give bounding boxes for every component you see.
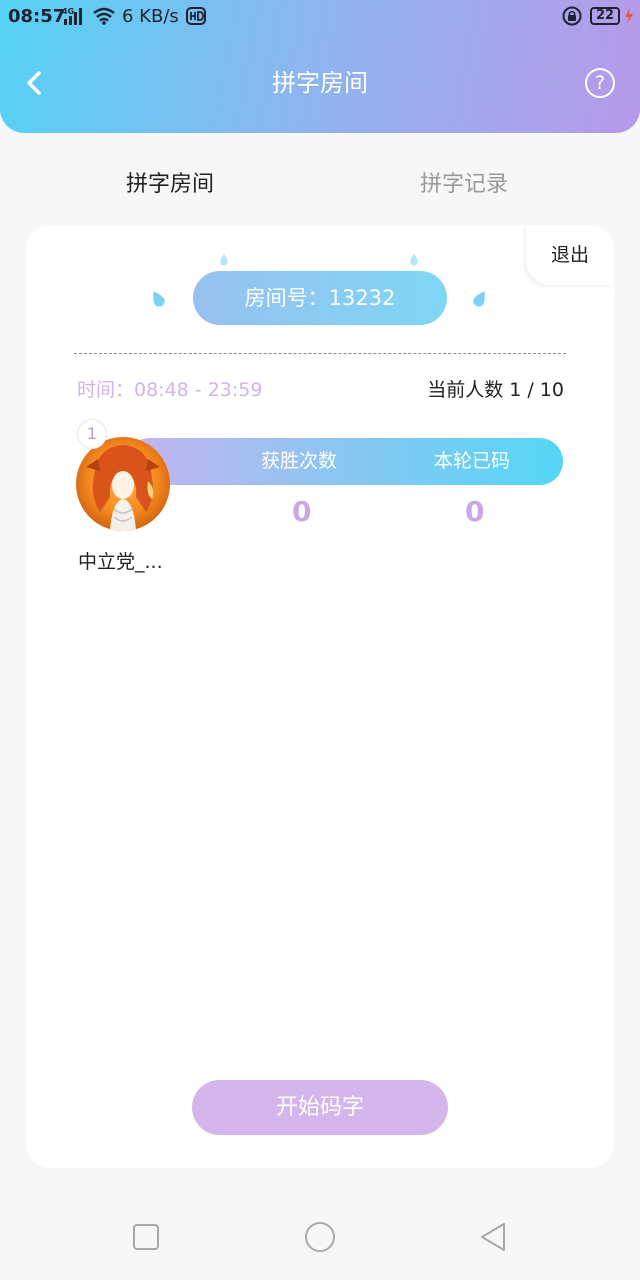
droplet-icon xyxy=(410,253,418,266)
room-card: 退出 房间号：13232 时间：08:48 - 23:59 当前人数 1 / 1… xyxy=(26,225,614,1168)
wins-column-header: 获胜次数 xyxy=(261,450,338,472)
status-time: 08:57 xyxy=(8,6,66,27)
square-recent-icon[interactable] xyxy=(126,1217,166,1257)
exit-button[interactable]: 退出 xyxy=(526,225,614,285)
rank-badge: 1 xyxy=(77,419,107,449)
help-button[interactable]: ? xyxy=(585,68,615,98)
room-time: 时间：08:48 - 23:59 xyxy=(77,379,263,401)
room-number-badge: 房间号：13232 xyxy=(193,271,447,325)
charging-icon xyxy=(625,8,633,24)
avatar[interactable] xyxy=(76,437,170,531)
start-typing-button[interactable]: 开始码字 xyxy=(192,1080,448,1135)
battery-icon: 22 xyxy=(590,7,620,25)
hd-icon xyxy=(186,7,206,25)
droplet-icon xyxy=(473,291,485,307)
player-stats-bar: 获胜次数 本轮已码 xyxy=(126,438,563,485)
header: 08:57 4G 6 KB/s 22 拼字房间 ? xyxy=(0,0,640,133)
circle-home-icon[interactable] xyxy=(300,1217,340,1257)
droplet-icon xyxy=(153,291,165,307)
tab-spelling-record[interactable]: 拼字记录 xyxy=(420,168,508,202)
signal-icon: 4G xyxy=(62,7,82,25)
triangle-back-icon[interactable] xyxy=(474,1217,514,1257)
page-title: 拼字房间 xyxy=(272,69,368,97)
signal-network-label: 4G xyxy=(62,7,74,16)
network-speed: 6 KB/s xyxy=(122,6,179,27)
droplet-icon xyxy=(220,253,228,266)
tab-spelling-room[interactable]: 拼字房间 xyxy=(126,168,214,202)
player-typed: 0 xyxy=(465,495,485,528)
player-name: 中立党_... xyxy=(78,551,163,573)
lock-icon xyxy=(562,6,582,26)
player-wins: 0 xyxy=(292,495,312,528)
player-count: 当前人数 1 / 10 xyxy=(427,379,564,401)
wifi-icon xyxy=(93,7,115,25)
typed-column-header: 本轮已码 xyxy=(434,450,511,472)
divider xyxy=(74,353,566,354)
status-bar: 08:57 4G 6 KB/s 22 xyxy=(0,0,640,34)
